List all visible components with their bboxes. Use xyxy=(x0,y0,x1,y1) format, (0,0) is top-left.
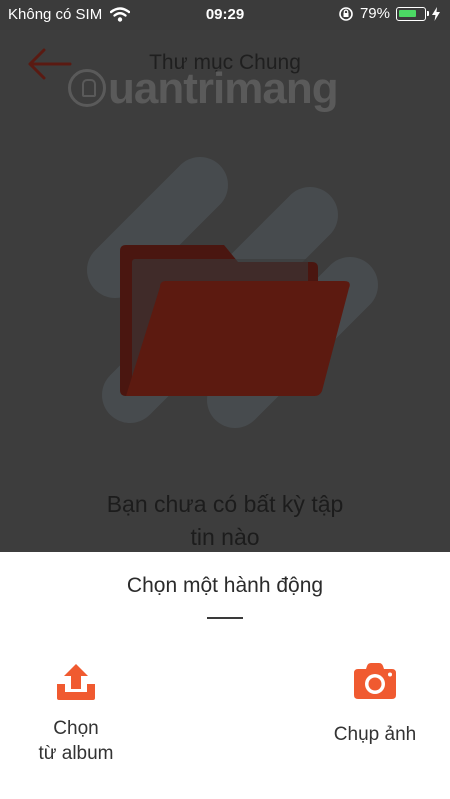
battery-icon xyxy=(396,6,429,21)
battery-tip xyxy=(427,10,429,16)
status-right: 79% xyxy=(338,5,440,22)
album-label-line-1: Chọn xyxy=(53,718,99,739)
watermark-logo: uantrimang xyxy=(68,64,339,114)
status-bar: Không có SIM 09:29 79% xyxy=(0,0,450,30)
empty-line-2: tin nào xyxy=(190,524,260,550)
action-sheet: Chọn một hành động Chọn từ album Chụp ản… xyxy=(0,552,450,799)
sheet-title: Chọn một hành động xyxy=(126,574,324,597)
sheet-divider xyxy=(207,617,243,619)
app-screen: Thư mục Chung uantrimang Bạn chưa có bất… xyxy=(0,30,450,552)
camera-icon xyxy=(354,663,396,699)
choose-from-album-button[interactable]: Chọn từ album xyxy=(30,662,122,766)
folder-icon xyxy=(120,245,350,396)
orientation-lock-icon xyxy=(339,6,353,21)
charging-icon xyxy=(432,6,440,21)
folder-illustration xyxy=(87,157,378,428)
camera-label: Chụp ảnh xyxy=(333,724,417,745)
empty-line-1: Bạn chưa có bất kỳ tập xyxy=(106,491,344,517)
take-photo-button[interactable]: Chụp ảnh xyxy=(318,662,432,747)
battery-level xyxy=(399,9,416,17)
watermark-text: uantrimang xyxy=(108,64,339,113)
bulb-icon xyxy=(68,69,106,107)
upload-icon xyxy=(57,664,95,700)
battery-percent: 79% xyxy=(359,5,390,22)
empty-state-message: Bạn chưa có bất kỳ tập tin nào xyxy=(0,488,450,552)
album-label-line-2: từ album xyxy=(38,743,114,764)
